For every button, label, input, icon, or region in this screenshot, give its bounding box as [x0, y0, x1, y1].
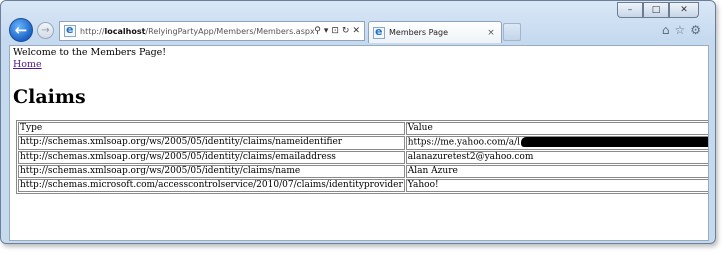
claim-type: http://schemas.microsoft.com/accesscontr… — [18, 178, 405, 192]
tab-title: Members Page — [389, 28, 448, 37]
claims-table: Type Value http://schemas.xmlsoap.org/ws… — [16, 120, 708, 194]
claim-value: alanazuretest2@yahoo.com — [405, 150, 708, 164]
redaction-mark — [521, 137, 708, 147]
refresh-icon[interactable]: ↻ — [342, 26, 350, 36]
forward-button[interactable]: → — [37, 22, 54, 39]
ie-page-icon — [64, 23, 76, 37]
table-header-value: Value — [405, 122, 708, 135]
browser-toolbar: ← → http://localhost/RelyingPartyApp/Mem… — [1, 15, 715, 45]
table-header-row: Type Value — [18, 122, 708, 135]
claim-value: Alan Azure — [405, 164, 708, 178]
address-bar[interactable]: http://localhost/RelyingPartyApp/Members… — [59, 21, 365, 41]
tab-members-page[interactable]: Members Page × — [368, 21, 502, 43]
claim-value: Yahoo! — [405, 178, 708, 192]
claim-type: http://schemas.xmlsoap.org/ws/2005/05/id… — [18, 136, 405, 150]
back-button[interactable]: ← — [9, 18, 33, 42]
stop-icon[interactable]: ✕ — [352, 26, 360, 36]
url-host: localhost — [104, 26, 146, 36]
table-row: http://schemas.xmlsoap.org/ws/2005/05/id… — [18, 164, 708, 178]
compat-icon[interactable]: ⊡ — [331, 26, 339, 36]
url-path: /RelyingPartyApp/Members/Members.aspx — [145, 26, 315, 36]
browser-command-icons: ⌂ ☆ ⚙ — [662, 23, 701, 37]
table-row: http://schemas.xmlsoap.org/ws/2005/05/id… — [18, 150, 708, 164]
table-header-type: Type — [18, 122, 405, 135]
url-prefix: http:// — [80, 26, 105, 36]
home-link[interactable]: Home — [13, 59, 42, 71]
address-url[interactable]: http://localhost/RelyingPartyApp/Members… — [80, 27, 314, 36]
new-tab-button[interactable] — [503, 23, 521, 41]
welcome-text: Welcome to the Members Page! — [13, 47, 167, 58]
home-icon[interactable]: ⌂ — [662, 23, 670, 37]
page-content: Welcome to the Members Page! Home Claims… — [9, 45, 709, 241]
claim-type: http://schemas.xmlsoap.org/ws/2005/05/id… — [18, 164, 405, 178]
forward-arrow-icon: → — [41, 25, 50, 36]
back-arrow-icon: ← — [14, 21, 28, 39]
search-icon[interactable]: ⚲ — [314, 26, 321, 36]
address-tools: ⚲ ▾ ⊡ ↻ ✕ — [314, 26, 364, 36]
ie-tab-icon — [373, 25, 385, 39]
table-row: http://schemas.xmlsoap.org/ws/2005/05/id… — [18, 136, 708, 150]
tab-close-icon[interactable]: × — [485, 28, 497, 38]
table-row: http://schemas.microsoft.com/accesscontr… — [18, 178, 708, 192]
tools-gear-icon[interactable]: ⚙ — [690, 23, 701, 37]
favorites-icon[interactable]: ☆ — [674, 23, 685, 37]
claim-type: http://schemas.xmlsoap.org/ws/2005/05/id… — [18, 150, 405, 164]
page-title: Claims — [13, 86, 86, 108]
dropdown-icon[interactable]: ▾ — [324, 26, 329, 36]
claim-value: https://me.yahoo.com/a/l — [405, 136, 708, 150]
claim-value-text: https://me.yahoo.com/a/l — [407, 137, 521, 148]
browser-window: – □ ✕ ← → http://localhost/RelyingPartyA… — [0, 0, 716, 244]
